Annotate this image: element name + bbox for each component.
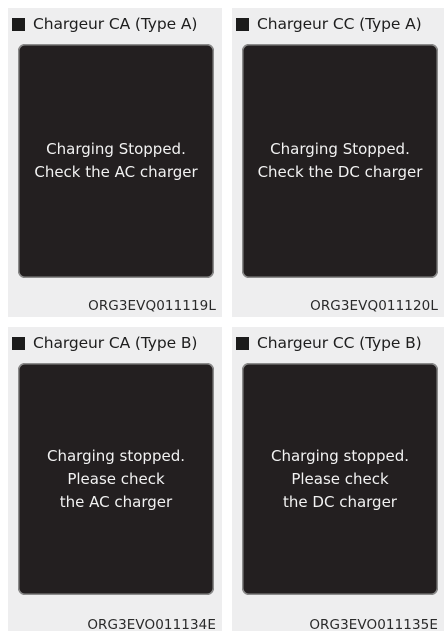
display-screen: Charging stopped. Please check the AC ch… xyxy=(18,363,214,595)
message-line: the DC charger xyxy=(283,492,397,511)
square-bullet-icon xyxy=(12,17,25,31)
screen-message: Charging Stopped. Check the DC charger xyxy=(258,138,423,184)
panel-title: Chargeur CC (Type A) xyxy=(257,15,422,33)
image-code: ORG3EVQ011119L xyxy=(88,298,216,314)
panel-header: Chargeur CC (Type A) xyxy=(236,11,444,37)
panel-title: Chargeur CA (Type A) xyxy=(33,15,198,33)
panel-ac-type-b: Chargeur CA (Type B) Charging stopped. P… xyxy=(8,327,222,633)
message-line: Charging stopped. xyxy=(47,446,185,465)
square-bullet-icon xyxy=(12,336,25,350)
message-line: Please check xyxy=(67,469,165,488)
message-line: Please check xyxy=(291,469,389,488)
message-line: Check the DC charger xyxy=(257,163,423,181)
panel-header: Chargeur CC (Type B) xyxy=(236,330,444,356)
message-line: Charging Stopped. xyxy=(270,140,410,158)
square-bullet-icon xyxy=(236,17,249,31)
display-screen: Charging stopped. Please check the DC ch… xyxy=(242,363,438,595)
screen-message: Charging stopped. Please check the DC ch… xyxy=(271,445,409,514)
message-line: Check the AC charger xyxy=(34,163,198,181)
panel-dc-type-a: Chargeur CC (Type A) Charging Stopped. C… xyxy=(232,8,444,317)
square-bullet-icon xyxy=(236,336,249,350)
message-line: the AC charger xyxy=(59,492,173,511)
display-screen: Charging Stopped. Check the AC charger xyxy=(18,44,214,278)
panel-dc-type-b: Chargeur CC (Type B) Charging stopped. P… xyxy=(232,327,444,633)
panel-title: Chargeur CA (Type B) xyxy=(33,334,198,352)
message-line: Charging Stopped. xyxy=(46,140,186,158)
panel-header: Chargeur CA (Type B) xyxy=(12,330,222,356)
panel-title: Chargeur CC (Type B) xyxy=(257,334,422,352)
panel-ac-type-a: Chargeur CA (Type A) Charging Stopped. C… xyxy=(8,8,222,317)
panel-header: Chargeur CA (Type A) xyxy=(12,11,222,37)
message-line: Charging stopped. xyxy=(271,446,409,465)
display-screen: Charging Stopped. Check the DC charger xyxy=(242,44,438,278)
screen-message: Charging stopped. Please check the AC ch… xyxy=(47,445,185,514)
screen-message: Charging Stopped. Check the AC charger xyxy=(34,138,197,184)
image-code: ORG3EVQ011120L xyxy=(310,298,438,314)
